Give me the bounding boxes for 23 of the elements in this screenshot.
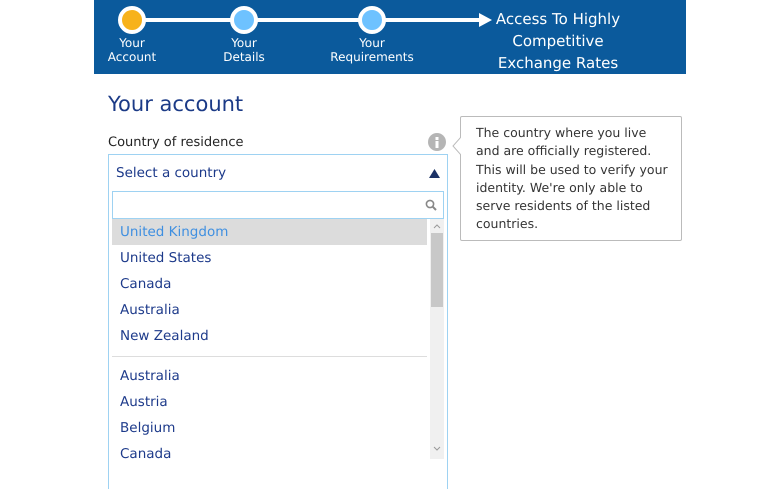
page-heading: Your account: [108, 92, 244, 118]
search-field[interactable]: [112, 191, 444, 219]
country-option[interactable]: New Zealand: [112, 323, 427, 349]
goal-text: Access To Highly Competitive Exchange Rates: [494, 9, 622, 74]
info-icon[interactable]: [428, 133, 446, 151]
country-option[interactable]: Austria: [112, 389, 427, 415]
country-option[interactable]: Australia: [112, 297, 427, 323]
country-option[interactable]: Canada: [112, 441, 427, 467]
field-label: Country of residence: [108, 134, 244, 150]
step-label: Your Details: [223, 36, 265, 64]
tooltip-pointer: [452, 137, 461, 155]
country-option[interactable]: Australia: [112, 363, 427, 389]
select-value: Select a country: [116, 165, 226, 181]
country-dropdown[interactable]: Select a country United Kingdom United States Canada Australia New Zealand Australia Austria Belgium Canada: [108, 154, 448, 489]
scrollbar[interactable]: [430, 219, 444, 459]
country-option[interactable]: Belgium: [112, 415, 427, 441]
search-icon: [425, 199, 437, 211]
country-option[interactable]: United States: [112, 245, 427, 271]
country-option[interactable]: Canada: [112, 271, 427, 297]
tooltip: The country where you live and are officially registered. This will be used to verify your identity. We're only able to serve residents of the listed countries.: [460, 116, 682, 241]
arrow-icon: [384, 12, 493, 28]
step-label: Your Requirements: [330, 36, 414, 64]
step-label: Your Account: [108, 36, 156, 64]
